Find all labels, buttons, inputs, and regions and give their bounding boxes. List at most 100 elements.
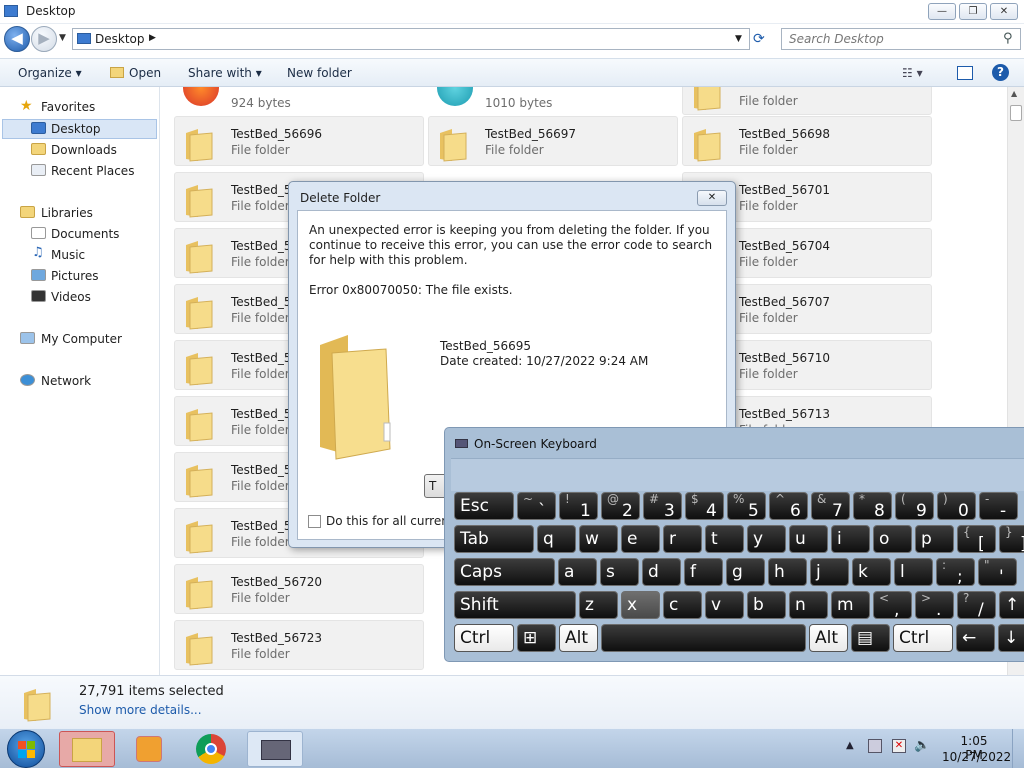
action-center-icon[interactable]: ✕ [892, 739, 906, 753]
volume-icon[interactable]: 🔈 [914, 738, 930, 753]
key-8[interactable]: * 8 [853, 492, 892, 520]
key-symbol[interactable]: ▤ [851, 624, 890, 652]
folder-tile[interactable]: TestBed_56720 File folder [174, 564, 424, 614]
address-bar[interactable]: Desktop ▶ ▼ [72, 28, 750, 50]
start-button[interactable] [7, 730, 45, 768]
key-q[interactable]: q [537, 525, 576, 553]
key-alt[interactable]: Alt [809, 624, 848, 652]
dialog-close-button[interactable]: ✕ [697, 190, 727, 206]
address-dropdown-icon[interactable]: ▼ [735, 34, 742, 44]
key-caps[interactable]: Caps [454, 558, 555, 586]
key-alt[interactable]: Alt [559, 624, 598, 652]
open-button[interactable]: Open [129, 66, 161, 80]
key-w[interactable]: w [579, 525, 618, 553]
nav-desktop[interactable]: Desktop [51, 122, 101, 136]
key-u[interactable]: u [789, 525, 828, 553]
key-z[interactable]: z [579, 591, 618, 619]
key-0[interactable]: ) 0 [937, 492, 976, 520]
key-symbol[interactable]: :; [936, 558, 975, 586]
shortcut-tile[interactable]: 1010 bytes [428, 87, 678, 115]
key-5[interactable]: % 5 [727, 492, 766, 520]
nav-my-computer[interactable]: My Computer [41, 332, 122, 346]
scroll-thumb[interactable] [1010, 105, 1022, 121]
share-with-button[interactable]: Share with ▾ [188, 66, 262, 80]
key-symbol[interactable]: " ' [978, 558, 1017, 586]
nav-videos[interactable]: Videos [51, 290, 91, 304]
refresh-icon[interactable]: ⟳ [753, 31, 765, 47]
key-i[interactable]: i [831, 525, 870, 553]
key-shift[interactable]: Shift [454, 591, 576, 619]
nav-recent-places[interactable]: Recent Places [51, 164, 134, 178]
key-tab[interactable]: Tab [454, 525, 534, 553]
nav-music[interactable]: Music [51, 248, 85, 262]
key-symbol[interactable]: ? / [957, 591, 996, 619]
apply-all-checkbox[interactable] [308, 515, 321, 528]
clock-date[interactable]: 10/27/2022 [942, 750, 1011, 764]
new-folder-button[interactable]: New folder [287, 66, 352, 80]
key-l[interactable]: l [894, 558, 933, 586]
key-k[interactable]: k [852, 558, 891, 586]
media-player-icon[interactable] [136, 736, 162, 762]
key-3[interactable]: #3 [643, 492, 682, 520]
key-f[interactable]: f [684, 558, 723, 586]
key-a[interactable]: a [558, 558, 597, 586]
key-symbol[interactable]: -- [979, 492, 1018, 520]
nav-pictures[interactable]: Pictures [51, 269, 99, 283]
folder-tile[interactable]: TestBed_56696 File folder [174, 116, 424, 166]
key-symbol[interactable]: ~ ` [517, 492, 556, 520]
key-g[interactable]: g [726, 558, 765, 586]
view-options-icon[interactable]: ☷ ▾ [902, 66, 923, 80]
show-more-details-link[interactable]: Show more details... [79, 703, 202, 717]
key-m[interactable]: m [831, 591, 870, 619]
nav-network[interactable]: Network [41, 374, 91, 388]
key-symbol[interactable]: <, [873, 591, 912, 619]
help-icon[interactable]: ? [992, 64, 1009, 81]
folder-tile[interactable]: File folder [682, 87, 932, 115]
show-hidden-icons[interactable]: ▲ [846, 740, 854, 751]
key-j[interactable]: j [810, 558, 849, 586]
key-o[interactable]: o [873, 525, 912, 553]
back-button[interactable]: ◀ [4, 26, 30, 52]
nav-documents[interactable]: Documents [51, 227, 119, 241]
key-symbol[interactable]: ⊞ [517, 624, 556, 652]
key-7[interactable]: & 7 [811, 492, 850, 520]
key-e[interactable]: e [621, 525, 660, 553]
key-2[interactable]: @2 [601, 492, 640, 520]
key-s[interactable]: s [600, 558, 639, 586]
key-d[interactable]: d [642, 558, 681, 586]
key-symbol[interactable]: ↑ [999, 591, 1024, 619]
nav-favorites[interactable]: Favorites [41, 100, 95, 114]
taskbar-osk-button[interactable] [247, 731, 303, 767]
key-c[interactable]: c [663, 591, 702, 619]
key-x[interactable]: x [621, 591, 660, 619]
key-y[interactable]: y [747, 525, 786, 553]
maximize-button[interactable]: ❐ [959, 3, 987, 20]
folder-tile[interactable]: TestBed_56697 File folder [428, 116, 678, 166]
key-esc[interactable]: Esc [454, 492, 514, 520]
scroll-up-icon[interactable]: ▲ [1011, 89, 1017, 98]
key-symbol[interactable]: >. [915, 591, 954, 619]
key-b[interactable]: b [747, 591, 786, 619]
key-r[interactable]: r [663, 525, 702, 553]
search-input[interactable]: Search Desktop ⚲ [781, 28, 1021, 50]
key-1[interactable]: ! 1 [559, 492, 598, 520]
key-symbol[interactable]: }] [999, 525, 1024, 553]
folder-tile[interactable]: TestBed_56698 File folder [682, 116, 932, 166]
key-9[interactable]: (9 [895, 492, 934, 520]
recent-pages-dropdown[interactable]: ▼ [59, 33, 66, 43]
key-6[interactable]: ^ 6 [769, 492, 808, 520]
minimize-button[interactable]: — [928, 3, 956, 20]
show-desktop-button[interactable] [1012, 729, 1024, 768]
chrome-icon[interactable] [196, 734, 226, 764]
key-n[interactable]: n [789, 591, 828, 619]
folder-tile[interactable]: TestBed_56723 File folder [174, 620, 424, 670]
key-h[interactable]: h [768, 558, 807, 586]
forward-button[interactable]: ▶ [31, 26, 57, 52]
organize-button[interactable]: Organize ▾ [18, 66, 82, 80]
breadcrumb[interactable]: Desktop [95, 32, 145, 46]
key-p[interactable]: p [915, 525, 954, 553]
taskbar-explorer-button[interactable] [59, 731, 115, 767]
key-v[interactable]: v [705, 591, 744, 619]
search-icon[interactable]: ⚲ [1003, 31, 1013, 46]
nav-libraries[interactable]: Libraries [41, 206, 93, 220]
